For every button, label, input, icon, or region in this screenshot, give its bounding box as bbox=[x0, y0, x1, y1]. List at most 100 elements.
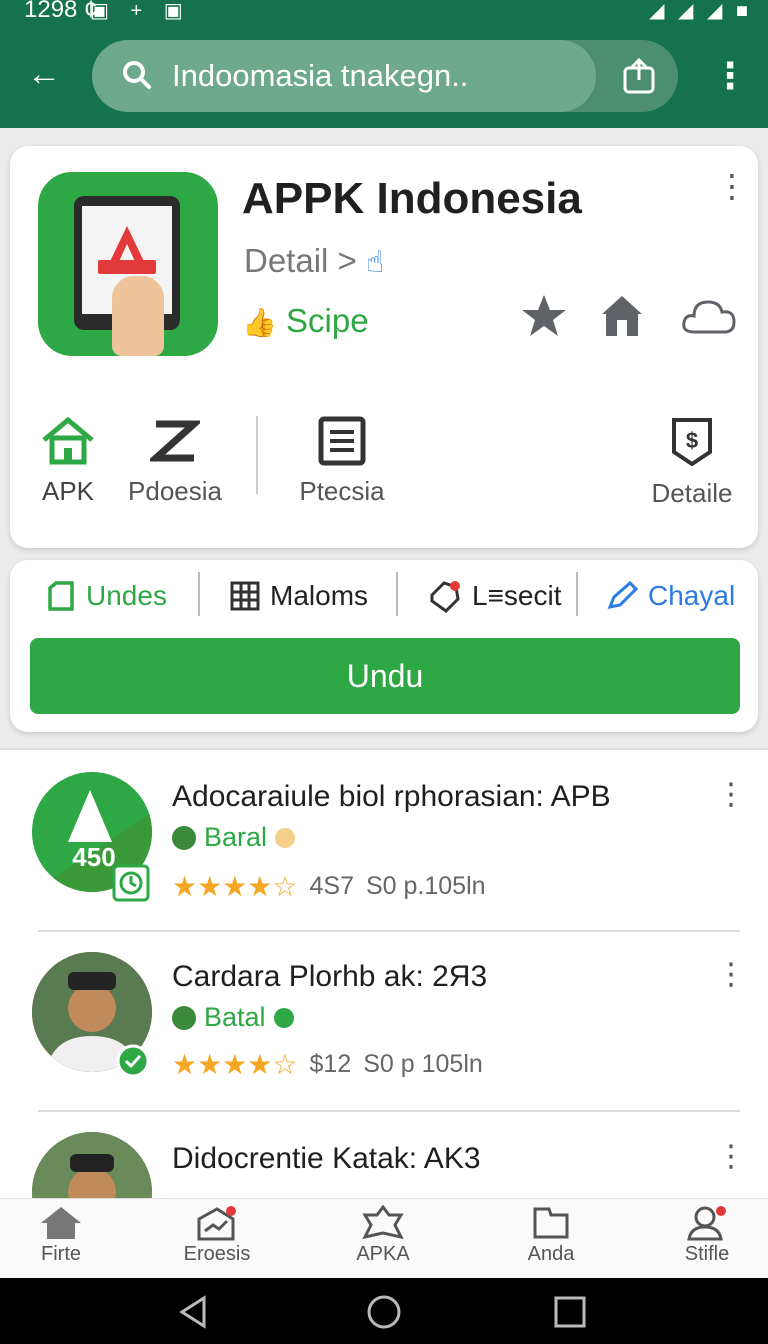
tab-undes[interactable]: Undes bbox=[46, 574, 167, 618]
detail-link[interactable]: Detail > ☝ bbox=[244, 242, 384, 280]
nav-anda[interactable]: Anda bbox=[496, 1205, 606, 1266]
card-more-icon[interactable]: ⋮ bbox=[716, 170, 748, 220]
bag-icon bbox=[48, 581, 74, 611]
avatar bbox=[32, 1132, 152, 1200]
divider bbox=[396, 572, 398, 616]
item-title: Cardara Plorhb ak: 2Я3 bbox=[172, 960, 488, 993]
chart-notification-icon bbox=[197, 1206, 236, 1241]
item-meta: ★★★★☆ $12 S0 p 105ln bbox=[172, 1048, 483, 1081]
tabs-card: Undes Maloms L≡secit Chayal Undu bbox=[10, 560, 758, 732]
divider bbox=[256, 416, 258, 494]
nav-stifle[interactable]: Stifle bbox=[652, 1205, 762, 1266]
more-options-icon[interactable]: ⋮ bbox=[712, 58, 748, 98]
item-more-icon[interactable]: ⋮ bbox=[716, 1142, 746, 1172]
thumbs-up-icon: 👍 bbox=[242, 307, 277, 338]
star-rating-icon: ★★★★☆ bbox=[172, 1049, 298, 1080]
nav-label: APKA bbox=[356, 1243, 410, 1265]
tap-hand-icon: ☝ bbox=[365, 246, 385, 279]
item-title: Adocaraiule biol rphorasian: APB bbox=[172, 780, 611, 813]
verified-icon bbox=[275, 827, 296, 848]
search-bar[interactable]: Indoomasia tnakegn.. bbox=[92, 40, 678, 112]
svg-text:$: $ bbox=[686, 428, 698, 453]
item-size: S0 p.105ln bbox=[366, 872, 486, 900]
rating-value: $12 bbox=[309, 1050, 352, 1078]
bottom-navigation: Firte Eroesis APKA Anda Stifle bbox=[0, 1198, 768, 1278]
update-badge-icon bbox=[112, 864, 150, 902]
person-avatar-icon bbox=[32, 1132, 152, 1200]
download-button[interactable]: Undu bbox=[30, 638, 740, 714]
verified-check-icon bbox=[116, 1044, 150, 1078]
author-name: Batal bbox=[204, 1002, 266, 1032]
category-ptecsia[interactable]: Ptecsia bbox=[292, 416, 392, 507]
status-time: 1298 ¢ bbox=[24, 0, 98, 23]
tab-maloms[interactable]: Maloms bbox=[230, 574, 368, 618]
recents-square-icon[interactable] bbox=[550, 1292, 590, 1332]
nav-apka[interactable]: APKA bbox=[328, 1205, 438, 1266]
tag-notification-icon bbox=[430, 581, 460, 613]
tab-label: Undes bbox=[86, 580, 167, 611]
category-label: Ptecsia bbox=[299, 476, 385, 506]
item-more-icon[interactable]: ⋮ bbox=[716, 780, 746, 810]
share-icon[interactable] bbox=[622, 58, 656, 94]
cloud-icon[interactable] bbox=[680, 294, 738, 338]
detail-label: Detail > bbox=[244, 242, 357, 279]
app-header-card: APPK Indonesia Detail > ☝ 👍 Scipe ⋮ APK … bbox=[10, 146, 758, 548]
category-apk[interactable]: APK bbox=[36, 416, 100, 507]
developer-icon bbox=[172, 825, 196, 850]
star-icon[interactable] bbox=[520, 292, 568, 340]
nav-label: Firte bbox=[41, 1243, 81, 1265]
nav-eroesis[interactable]: Eroesis bbox=[162, 1205, 272, 1266]
list-item[interactable]: 450 Adocaraiule biol rphorasian: APB Bar… bbox=[0, 750, 768, 930]
category-label: Detaile bbox=[651, 478, 733, 508]
back-triangle-icon[interactable] bbox=[174, 1292, 214, 1332]
svg-text:450: 450 bbox=[72, 842, 115, 872]
search-input[interactable]: Indoomasia tnakegn.. bbox=[92, 40, 596, 112]
rating-label: 👍 Scipe bbox=[242, 302, 369, 340]
search-text: Indoomasia tnakegn.. bbox=[172, 58, 469, 93]
badge-icon bbox=[362, 1205, 404, 1240]
nav-label: Eroesis bbox=[183, 1243, 251, 1265]
item-meta: ★★★★☆ 4S7 S0 p.105ln bbox=[172, 870, 486, 903]
item-author: Baral bbox=[172, 822, 296, 853]
star-rating-icon: ★★★★☆ bbox=[172, 871, 298, 902]
category-pdoesia[interactable]: Pdoesia bbox=[122, 416, 228, 507]
home-circle-icon[interactable] bbox=[364, 1292, 404, 1332]
category-label: Pdoesia bbox=[128, 476, 222, 506]
rating-text: Scipe bbox=[286, 302, 369, 339]
app-icon bbox=[38, 172, 218, 356]
apk-logo-icon bbox=[98, 226, 156, 274]
app-bar: 1298 ¢ ▣ + ▣ ◢ ◢ ◢ ■ ← Indoomasia tnakeg… bbox=[0, 0, 768, 128]
folder-icon bbox=[533, 1207, 569, 1239]
tab-chayal[interactable]: Chayal bbox=[606, 574, 735, 618]
app-title: APPK Indonesia bbox=[242, 174, 582, 223]
home-icon[interactable] bbox=[598, 292, 646, 340]
category-detaile[interactable]: $ Detaile bbox=[648, 416, 736, 509]
author-name: Baral bbox=[204, 822, 268, 852]
list-item[interactable]: Didocrentie Katak: AK3 ⋮ bbox=[0, 1110, 768, 1200]
tab-lsecit[interactable]: L≡secit bbox=[428, 574, 561, 618]
tab-label: Chayal bbox=[648, 580, 736, 611]
pointing-hand-icon bbox=[112, 276, 164, 356]
rating-value: 4S7 bbox=[309, 872, 354, 900]
z-icon bbox=[150, 420, 200, 462]
tab-label: L≡secit bbox=[472, 580, 562, 611]
item-more-icon[interactable]: ⋮ bbox=[716, 960, 746, 990]
document-icon bbox=[318, 416, 366, 466]
profile-icon bbox=[687, 1206, 726, 1241]
tab-label: Maloms bbox=[270, 580, 369, 611]
back-arrow-icon[interactable]: ← bbox=[22, 52, 66, 96]
status-icons: ▣ + ▣ bbox=[90, 0, 191, 22]
pencil-icon bbox=[607, 581, 638, 610]
item-author: Batal bbox=[172, 1002, 294, 1033]
app-list: 450 Adocaraiule biol rphorasian: APB Bar… bbox=[0, 748, 768, 1200]
category-label: APK bbox=[41, 476, 95, 506]
divider bbox=[198, 572, 200, 616]
list-item[interactable]: Cardara Plorhb ak: 2Я3 Batal ★★★★☆ $12 S… bbox=[0, 930, 768, 1110]
price-tag-icon: $ bbox=[672, 418, 712, 467]
nav-label: Stifle bbox=[684, 1243, 730, 1265]
item-size: S0 p 105ln bbox=[363, 1050, 483, 1078]
signal-icons: ◢ ◢ ◢ ■ bbox=[649, 0, 752, 22]
nav-firte[interactable]: Firte bbox=[6, 1205, 116, 1266]
divider bbox=[576, 572, 578, 616]
grid-icon bbox=[230, 581, 260, 611]
